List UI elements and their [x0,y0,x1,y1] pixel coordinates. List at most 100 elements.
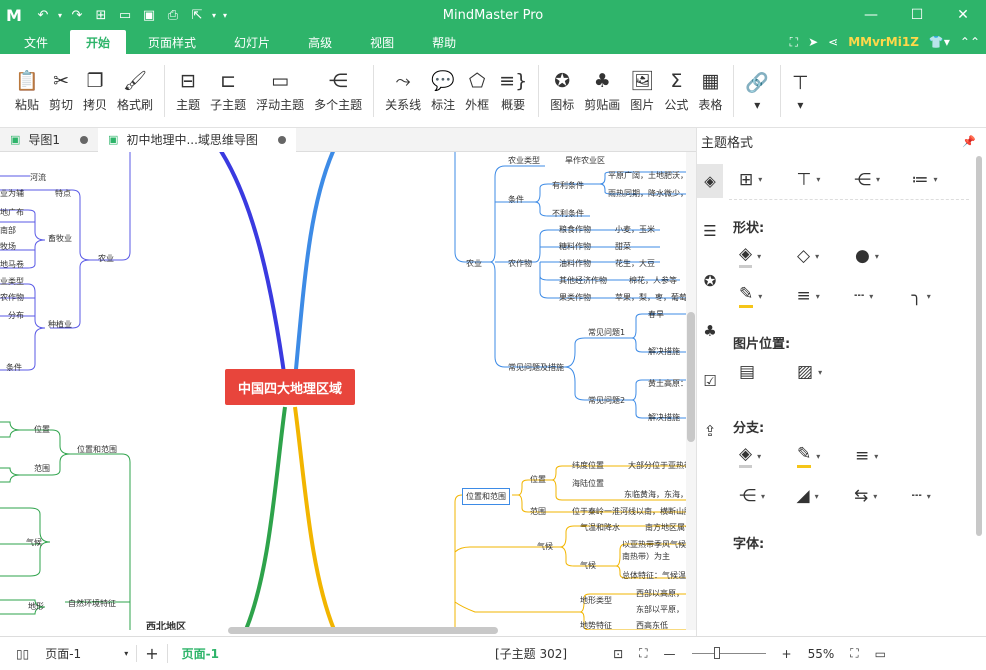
map-node[interactable]: 业类型 [0,276,24,287]
undo-icon[interactable]: ↶ [32,8,54,23]
map-node[interactable]: 解决措施 [648,412,680,423]
map-node[interactable]: 南热带）为主 [622,551,670,562]
branch-weight-icon[interactable]: ≡ ▾ [855,446,913,466]
map-node[interactable]: 特点 [55,188,71,199]
map-node[interactable]: 苹果，梨，枣，葡萄等 [615,292,686,303]
panel-scrollbar[interactable] [976,156,982,536]
map-node[interactable]: 棉花，人参等 [629,275,677,286]
callout-button[interactable]: 💬 标注 [426,59,460,123]
map-node[interactable]: 总体特征：气候温暖 [622,570,686,581]
map-node[interactable]: 条件 [508,194,524,205]
map-node[interactable]: 自然环境特征 [68,598,116,609]
map-node[interactable]: 业为辅 [0,188,24,199]
branch-connector-icon[interactable]: ⋲ ▾ [739,486,797,506]
tab-slides[interactable]: 幻灯片 [218,30,286,54]
share-icon[interactable]: ⋖ [828,35,838,49]
horizontal-scroll-thumb[interactable] [228,627,498,634]
map-node[interactable]: 位置 [34,424,50,435]
minimize-button[interactable]: — [848,0,894,30]
map-node[interactable]: 常见问题1 [588,327,625,338]
root-topic[interactable]: 中国四大地理区域 [225,369,355,405]
map-node[interactable]: 农作物 [508,258,532,269]
border-dash-icon[interactable]: ┄ ▾ [854,286,912,306]
map-node[interactable]: 小麦，玉米 [615,224,655,235]
map-node[interactable]: 范围 [34,463,50,474]
export-icon[interactable]: ⇱ [186,8,208,23]
topic-button[interactable]: ⊟ 主题 [171,59,205,123]
redo-icon[interactable]: ↷ [66,8,88,23]
map-node[interactable]: 气候 [580,560,596,571]
layout-button[interactable]: ⊤ ▾ [787,59,814,123]
map-node[interactable]: 河流 [30,172,46,183]
map-node[interactable]: 分布 [8,310,24,321]
map-node[interactable]: 条件 [6,362,22,373]
map-node[interactable]: 以亚热带季风气候 [622,539,686,550]
outline-tab-icon[interactable]: ☰ [697,214,723,248]
branch-dash-icon[interactable]: ┄ ▾ [912,486,970,506]
border-color-icon[interactable]: ✎ ▾ [739,284,797,308]
map-node[interactable]: 地广布 [0,207,24,218]
page-select[interactable]: 页面-1 ▾ [37,645,138,662]
map-node[interactable]: 地形 [28,601,44,612]
map-node[interactable]: 果类作物 [559,292,591,303]
open-icon[interactable]: ▭ [114,8,136,23]
map-node[interactable]: 地马卷 [0,259,24,270]
save-icon[interactable]: ▣ [138,8,160,23]
map-node[interactable]: 不利条件 [552,208,584,219]
zoom-slider-handle[interactable] [713,647,720,659]
icon-tab-icon[interactable]: ✪ [697,264,723,298]
map-node[interactable]: 平原广阔，土地肥沃， [608,170,686,181]
map-node[interactable]: 农作物 [0,292,24,303]
zoom-out-icon[interactable]: — [656,647,684,661]
map-node[interactable]: 糖料作物 [559,241,591,252]
image-button[interactable]: 🖼 图片 [625,59,659,123]
tab-file[interactable]: 文件 [8,30,64,54]
map-node[interactable]: 西部以高原， [636,588,684,599]
add-page-icon[interactable]: + [137,644,168,663]
numbering-icon[interactable]: ≔ ▾ [912,170,970,190]
paste-button[interactable]: 📋 粘贴 [10,59,44,123]
link-button[interactable]: 🔗 ▾ [740,59,774,123]
tab-view[interactable]: 视图 [354,30,410,54]
map-node[interactable]: 种植业 [48,319,72,330]
image-top-icon[interactable]: ▨ ▾ [797,362,855,382]
customize-dropdown-icon[interactable]: ▾ [220,11,230,20]
copy-button[interactable]: ❐ 拷贝 [78,59,112,123]
floating-topic-button[interactable]: ▭ 浮动主题 [251,59,309,123]
format-painter-button[interactable]: 🖌 格式刷 [112,59,158,123]
corner-icon[interactable]: ╮ ▾ [912,286,970,306]
branch-fill-icon[interactable]: ◈ ▾ [739,444,797,468]
tab-advanced[interactable]: 高级 [292,30,348,54]
clipart-tab-icon[interactable]: ♣ [697,314,723,348]
map-node[interactable]: 农业 [98,253,114,264]
send-icon[interactable]: ➤ [808,35,818,49]
map-node[interactable]: 位置和范围 [462,488,510,505]
map-node[interactable]: 甜菜 [615,241,631,252]
map-node[interactable]: 油料作物 [559,258,591,269]
style-tab-icon[interactable]: ◈ [697,164,723,198]
relationship-button[interactable]: ⤳ 关系线 [380,59,426,123]
branch-arrow-icon[interactable]: ⇆ ▾ [854,486,912,506]
formula-button[interactable]: Σ 公式 [659,59,693,123]
map-node[interactable]: 黄土高原： [648,378,686,389]
layout-grid-icon[interactable]: ⊞ ▾ [739,170,797,190]
branch-taper-icon[interactable]: ◢ ▾ [797,486,855,506]
tab-page-style[interactable]: 页面样式 [132,30,212,54]
doc-tab-1[interactable]: ▣ 导图1 [0,128,98,152]
fit-page-icon[interactable]: ⊡ [605,647,631,661]
user-name[interactable]: MMvrMi1Z [848,35,919,49]
map-node[interactable]: 常见问题2 [588,395,625,406]
map-node[interactable]: 东部以平原， [636,604,684,615]
map-node[interactable]: 花生，大豆 [615,258,655,269]
fit-window-icon[interactable]: ⛶ [842,646,866,661]
map-node[interactable]: 位置和范围 [77,444,117,455]
page-list-icon[interactable]: ▯▯ [0,647,37,661]
mindmap-canvas[interactable]: 河流 业为辅 特点 地广布 南部 牧场 畜牧业 地马卷 农业 业类型 农作物 分… [0,152,686,630]
collapse-ribbon-icon[interactable]: ⌃⌃ [960,35,980,49]
zoom-in-icon[interactable]: + [774,647,800,661]
clipart-button[interactable]: ♣ 剪贴画 [579,59,625,123]
vertical-scroll-thumb[interactable] [687,312,695,442]
org-layout-icon[interactable]: ⊤ ▾ [797,170,855,190]
branch-color-icon[interactable]: ✎ ▾ [797,444,855,468]
map-node[interactable]: 气候 [26,537,42,548]
